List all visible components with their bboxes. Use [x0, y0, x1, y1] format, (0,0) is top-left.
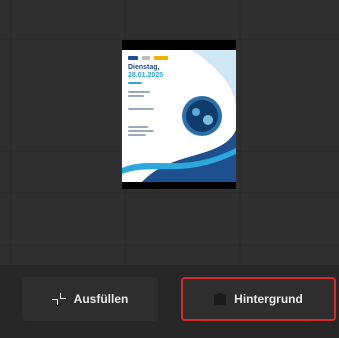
background-button-label: Hintergrund [234, 292, 303, 306]
fill-button[interactable]: Ausfüllen [22, 277, 158, 321]
image-preview[interactable]: Dienstag, 28.01.2025 [122, 40, 236, 189]
image-editor-screen: Dienstag, 28.01.2025 Ausfüllen Hintergru… [0, 0, 339, 338]
poster-image: Dienstag, 28.01.2025 [122, 50, 236, 182]
fill-button-label: Ausfüllen [73, 292, 129, 306]
background-icon [214, 293, 227, 305]
fill-icon [51, 293, 66, 305]
poster-graphic [122, 50, 236, 182]
background-button[interactable]: Hintergrund [181, 277, 336, 321]
bottom-toolbar: Ausfüllen Hintergrund [0, 265, 339, 338]
